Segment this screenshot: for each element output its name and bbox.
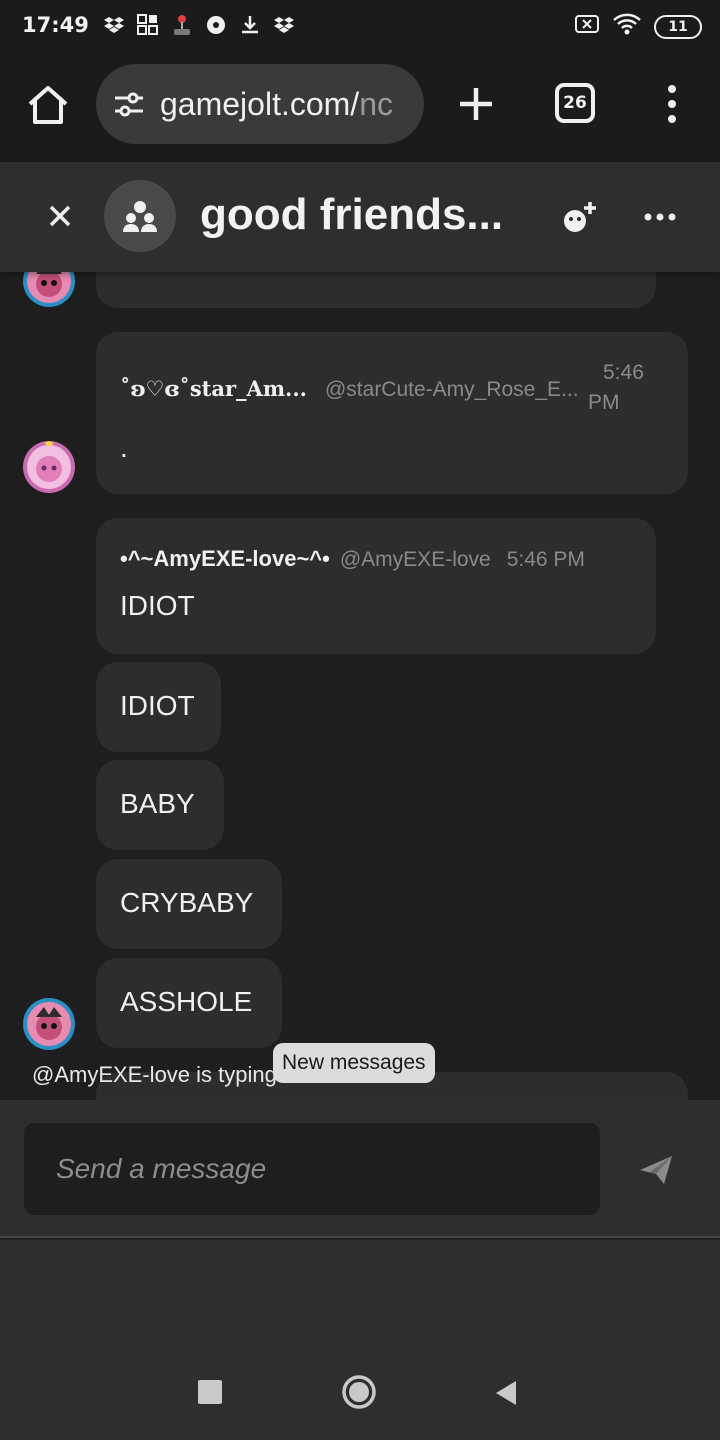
- status-bar: 17:49 11: [0, 0, 720, 50]
- message-time: 5:46 PM: [588, 358, 644, 418]
- chat-title: good friends...: [200, 190, 504, 239]
- address-bar[interactable]: gamejolt.com/nc: [96, 64, 424, 144]
- browser-menu-icon[interactable]: [660, 84, 684, 124]
- message-text: IDIOT: [120, 590, 195, 621]
- wifi-icon: [612, 12, 642, 41]
- url-domain: gamejolt.com/: [160, 85, 360, 122]
- message-bubble-previous: [96, 272, 656, 308]
- site-settings-icon[interactable]: [112, 87, 146, 121]
- joystick-icon: [171, 14, 193, 36]
- notification-icons: [103, 14, 295, 36]
- user-avatar[interactable]: [22, 272, 76, 308]
- dropbox-icon: [103, 14, 125, 36]
- message-handle[interactable]: @starCute-Amy_Rose_E...: [325, 378, 579, 402]
- disc-icon: [205, 14, 227, 36]
- followup-bubble: ASSHOLE: [96, 958, 282, 1048]
- apps-grid-icon: [136, 14, 159, 36]
- message-list[interactable]: ˚ʚ♡ɞ˚star_Am... @starCute-Amy_Rose_E... …: [0, 272, 720, 1100]
- followup-bubble: CRYBABY: [96, 859, 282, 949]
- download-icon: [239, 14, 261, 36]
- dropbox-icon-2: [273, 14, 295, 36]
- followup-bubble: IDIOT: [96, 662, 221, 752]
- followup-bubble: BABY: [96, 760, 224, 850]
- group-icon: [123, 201, 157, 232]
- message-composer: [0, 1100, 720, 1238]
- system-icons: 11: [574, 12, 702, 41]
- new-tab-icon[interactable]: [452, 80, 500, 128]
- user-avatar[interactable]: [22, 997, 76, 1051]
- group-avatar[interactable]: [104, 180, 176, 252]
- send-icon[interactable]: [636, 1150, 676, 1190]
- message-text: IDIOT: [120, 690, 195, 721]
- home-icon[interactable]: [22, 80, 74, 132]
- message-header: •^~AmyEXE-love~^• @AmyEXE-love 5:46 PM: [120, 546, 585, 572]
- message-time: 5:46 PM: [506, 548, 585, 571]
- user-avatar[interactable]: [22, 440, 76, 494]
- back-icon[interactable]: [492, 1378, 520, 1408]
- browser-toolbar: gamejolt.com/nc 26: [0, 50, 720, 162]
- url-path: nc: [359, 85, 393, 122]
- add-member-icon[interactable]: [560, 198, 600, 238]
- message-text: CRYBABY: [120, 887, 254, 918]
- typing-indicator: @AmyEXE-love is typing...: [32, 1062, 296, 1087]
- system-navigation-bar: [0, 1240, 720, 1440]
- message-time-line1: 5:46: [603, 361, 644, 384]
- message-username[interactable]: •^~AmyEXE-love~^•: [120, 546, 330, 572]
- message-username[interactable]: ˚ʚ♡ɞ˚star_Am...: [120, 376, 307, 401]
- battery-indicator: 11: [654, 14, 702, 39]
- more-options-icon[interactable]: [640, 202, 680, 232]
- home-nav-icon[interactable]: [341, 1374, 377, 1410]
- message-time-line2: PM: [588, 391, 620, 414]
- close-icon[interactable]: [42, 198, 78, 234]
- url-text: gamejolt.com/nc: [160, 86, 393, 123]
- message-input[interactable]: [24, 1123, 600, 1215]
- new-messages-button[interactable]: New messages: [273, 1043, 435, 1083]
- sim-off-icon: [574, 13, 600, 40]
- message-text: BABY: [120, 788, 195, 819]
- message-text: ASSHOLE: [120, 986, 253, 1017]
- tab-switcher-button[interactable]: 26: [555, 83, 595, 123]
- message-text: .: [120, 432, 128, 463]
- message-bubble: [96, 518, 656, 654]
- chat-header: good friends...: [0, 162, 720, 272]
- status-time: 17:49: [22, 13, 89, 37]
- message-handle[interactable]: @AmyEXE-love: [340, 548, 491, 572]
- recents-icon[interactable]: [198, 1380, 222, 1404]
- message-header: ˚ʚ♡ɞ˚star_Am... @starCute-Amy_Rose_E...: [120, 376, 579, 402]
